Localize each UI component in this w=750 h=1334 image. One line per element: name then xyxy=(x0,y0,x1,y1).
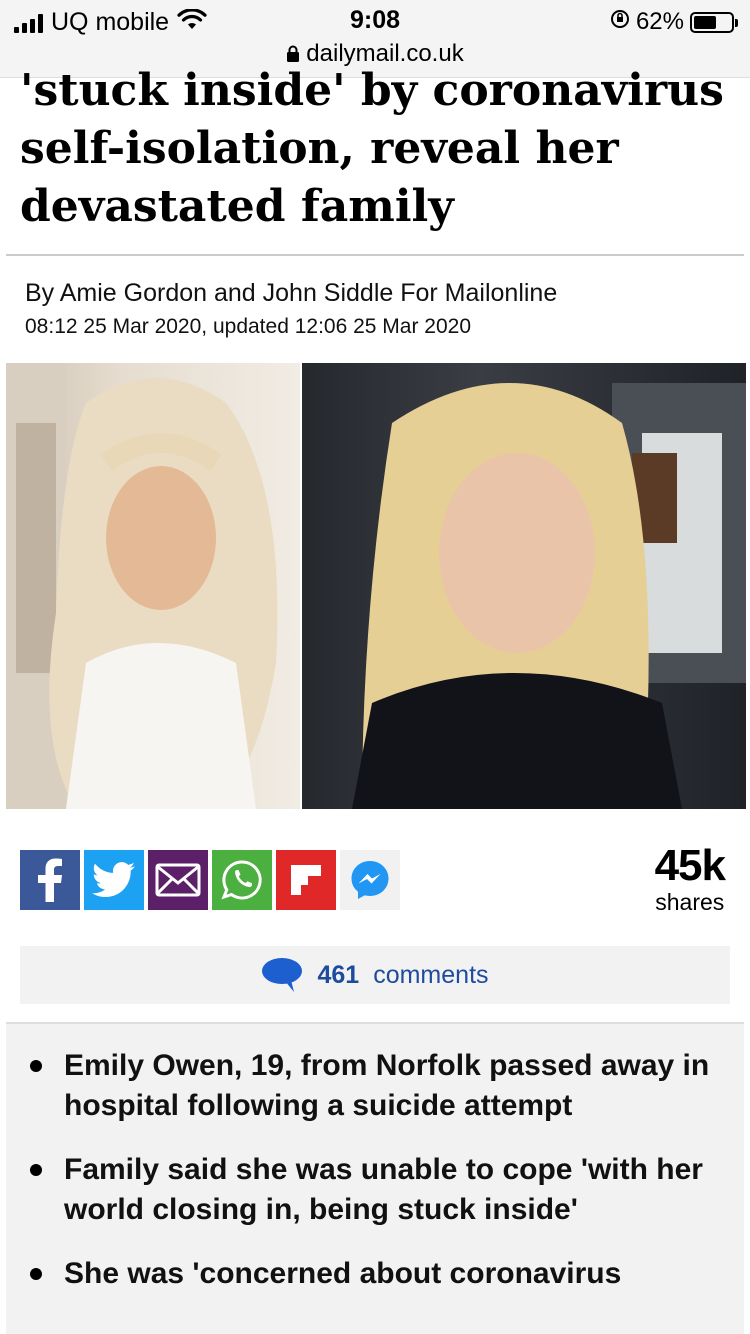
divider xyxy=(6,254,744,256)
comments-count: 461 xyxy=(317,960,360,989)
messenger-share-button[interactable] xyxy=(340,850,400,910)
comment-bubble-icon xyxy=(262,958,303,992)
orientation-lock-icon xyxy=(610,8,630,36)
article-summary: Emily Owen, 19, from Norfolk passed away… xyxy=(6,1022,744,1334)
article-photo-right[interactable] xyxy=(302,363,746,809)
summary-bullet: Family said she was unable to cope 'with… xyxy=(6,1150,744,1230)
battery-icon xyxy=(690,11,738,33)
facebook-icon xyxy=(38,858,62,902)
flipboard-icon xyxy=(291,865,321,895)
flipboard-share-button[interactable] xyxy=(276,850,336,910)
share-count-number: 45k xyxy=(654,841,726,890)
messenger-icon xyxy=(351,861,389,899)
bullet-dot xyxy=(30,1268,42,1280)
article-photo-left[interactable] xyxy=(6,363,300,809)
facebook-share-button[interactable] xyxy=(20,850,80,910)
whatsapp-icon xyxy=(221,860,262,900)
share-count: 45k shares xyxy=(654,841,726,915)
share-count-label: shares xyxy=(655,889,725,915)
twitter-share-button[interactable] xyxy=(84,850,144,910)
comments-button[interactable]: 461 comments xyxy=(20,946,730,1004)
article-photos xyxy=(6,363,746,809)
summary-bullet: Emily Owen, 19, from Norfolk passed away… xyxy=(6,1046,744,1126)
summary-bullet-text: She was 'concerned about coronavirus xyxy=(64,1257,622,1290)
summary-bullet-text: Emily Owen, 19, from Norfolk passed away… xyxy=(64,1049,710,1122)
url-text: dailymail.co.uk xyxy=(306,40,464,67)
bullet-dot xyxy=(30,1164,42,1176)
email-share-button[interactable] xyxy=(148,850,208,910)
email-icon xyxy=(155,863,201,897)
status-right: 62% xyxy=(610,8,738,36)
article-dateline: 08:12 25 Mar 2020, updated 12:06 25 Mar … xyxy=(25,315,472,338)
article-headline: 'stuck inside' by coronavirus self-isola… xyxy=(20,66,724,232)
headline-region: 'stuck inside' by coronavirus self-isola… xyxy=(0,66,750,256)
share-bar xyxy=(20,850,400,910)
bullet-dot xyxy=(30,1060,42,1072)
article-byline[interactable]: By Amie Gordon and John Siddle For Mailo… xyxy=(25,279,557,308)
comments-label: comments xyxy=(373,960,489,989)
battery-percent: 62% xyxy=(635,8,684,35)
summary-bullet: She was 'concerned about coronavirus xyxy=(6,1254,744,1294)
summary-bullet-text: Family said she was unable to cope 'with… xyxy=(64,1153,703,1226)
status-bar: UQ mobile 9:08 62% xyxy=(0,0,750,40)
twitter-icon xyxy=(92,862,135,897)
whatsapp-share-button[interactable] xyxy=(212,850,272,910)
